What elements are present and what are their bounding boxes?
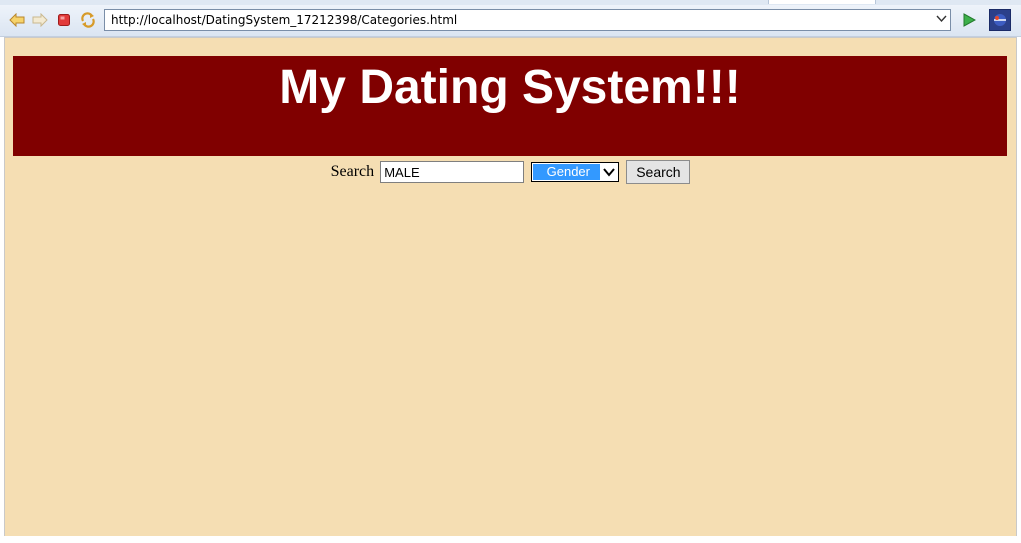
window-tab[interactable] <box>768 0 876 4</box>
refresh-button[interactable] <box>79 11 97 29</box>
category-select[interactable]: Gender <box>531 162 620 182</box>
search-button[interactable]: Search <box>626 160 691 184</box>
forward-button[interactable] <box>31 11 49 29</box>
chevron-down-icon[interactable] <box>936 15 947 23</box>
search-form: Search Gender Search <box>5 160 1016 184</box>
stop-button[interactable] <box>55 11 73 29</box>
forward-icon <box>32 13 48 27</box>
browser-toolbar: http://localhost/DatingSystem_17212398/C… <box>0 5 1021 37</box>
search-label: Search <box>330 163 375 180</box>
back-button[interactable] <box>8 11 26 29</box>
window-bottom-strip <box>0 536 1021 543</box>
go-icon <box>963 13 976 27</box>
refresh-icon <box>81 12 95 28</box>
page-title: My Dating System!!! <box>279 61 741 114</box>
eclipse-button[interactable] <box>989 9 1011 31</box>
chevron-down-icon[interactable] <box>602 165 616 179</box>
go-button[interactable] <box>960 11 978 29</box>
address-bar-url[interactable]: http://localhost/DatingSystem_17212398/C… <box>111 13 457 27</box>
search-input[interactable] <box>380 161 525 183</box>
page-content: My Dating System!!! Search Gender Search <box>4 37 1017 537</box>
stop-icon <box>58 14 70 26</box>
address-bar[interactable]: http://localhost/DatingSystem_17212398/C… <box>104 9 951 31</box>
site-header: My Dating System!!! <box>13 56 1007 156</box>
category-select-value: Gender <box>533 164 601 180</box>
eclipse-icon <box>989 9 1011 31</box>
back-icon <box>9 13 25 27</box>
